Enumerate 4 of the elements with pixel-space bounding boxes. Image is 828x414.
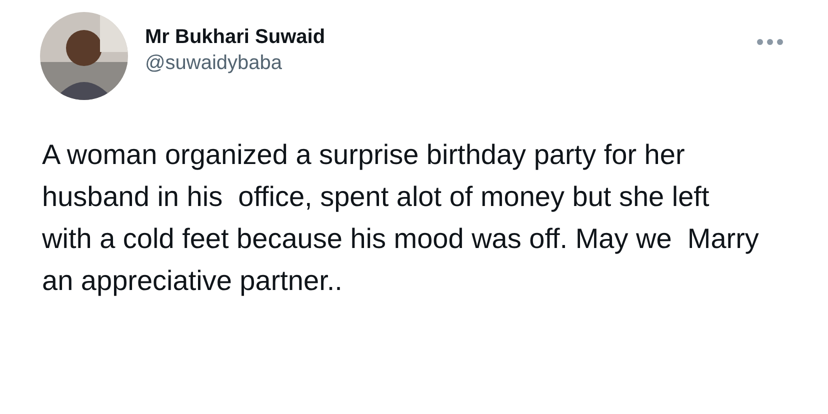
more-icon[interactable] xyxy=(756,38,784,46)
tweet-text: A woman organized a surprise birthday party for her husband in his office, spent alot of money but she left with a cold feet because his mood was off. May we Marry an appreciative partner.. xyxy=(41,138,760,298)
author-handle[interactable]: @suwaidybaba xyxy=(145,52,739,75)
author-name[interactable]: Mr Bukhari Suwaid xyxy=(145,26,739,49)
